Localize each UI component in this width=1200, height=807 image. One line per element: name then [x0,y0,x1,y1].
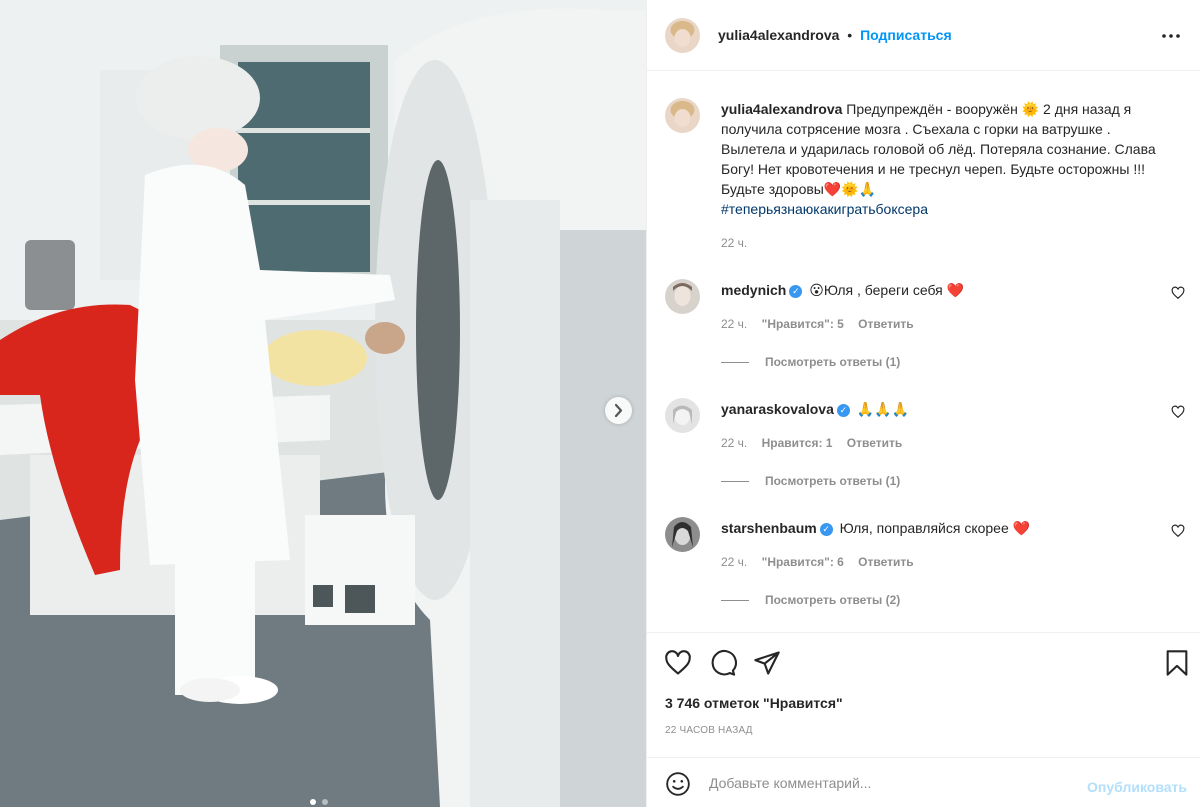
view-replies-button[interactable]: Посмотреть ответы (1) [721,355,900,369]
comment-username[interactable]: medynich [721,282,786,298]
comment-text: 🙏🙏🙏 [856,401,910,417]
caption-hashtag[interactable]: #теперьязнаюкакигратьбоксера [721,201,928,217]
carousel-dot-active [310,799,316,805]
carousel-indicator [309,792,329,807]
comment-input[interactable] [709,772,1069,794]
comment-like-heart-icon[interactable] [1171,524,1185,538]
author-avatar[interactable] [665,18,700,53]
caption-avatar[interactable] [665,98,700,133]
caption-username[interactable]: yulia4alexandrova [721,101,842,117]
post-header: yulia4alexandrova • Подписаться [647,0,1200,71]
reply-button[interactable]: Ответить [858,317,913,331]
bookmark-icon[interactable] [1163,649,1191,677]
comment-likes[interactable]: "Нравится": 6 [762,555,844,569]
more-icon [1162,34,1180,38]
comment-username[interactable]: yanaraskovalova [721,401,834,417]
more-options-button[interactable] [1159,24,1183,48]
caption-time: 22 ч. [721,236,748,250]
follow-button[interactable]: Подписаться [860,27,952,43]
comment-like-heart-icon[interactable] [1171,286,1185,300]
verified-badge-icon: ✓ [836,404,850,417]
author-username[interactable]: yulia4alexandrova [718,27,839,43]
comment-time: 22 ч. [721,555,748,569]
comment-text: 😮Юля , береги себя ❤️ [809,282,965,298]
reply-button[interactable]: Ответить [847,436,902,450]
comment-like-heart-icon[interactable] [1171,405,1185,419]
reply-button[interactable]: Ответить [858,555,913,569]
likes-count[interactable]: 3 746 отметок "Нравится" [665,695,843,711]
comment-time: 22 ч. [721,436,748,450]
separator-dot: • [847,27,853,43]
comment-icon[interactable] [709,649,737,677]
carousel-next-button[interactable] [605,397,632,424]
view-replies-button[interactable]: Посмотреть ответы (1) [721,474,900,488]
comment-text: Юля, поправляйся скорее ❤️ [839,520,1031,536]
carousel-dot [321,799,328,805]
post-actions [647,632,1200,676]
verified-badge-icon: ✓ [819,523,833,536]
emoji-icon[interactable] [665,771,691,797]
heart-icon[interactable] [664,649,692,677]
verified-badge-icon: ✓ [789,285,803,298]
comment-username[interactable]: starshenbaum [721,520,817,536]
publish-button[interactable]: Опубликовать [1087,779,1187,795]
share-icon[interactable] [753,649,781,677]
post-photo[interactable] [0,0,646,807]
comment-avatar[interactable] [665,398,700,433]
comment-avatar[interactable] [665,517,700,552]
mri-scene-illustration [0,0,646,807]
comment-time: 22 ч. [721,317,748,331]
post-timestamp[interactable]: 22 часов назад [665,725,753,736]
view-replies-button[interactable]: Посмотреть ответы (2) [721,593,900,607]
add-comment-bar: Опубликовать [647,757,1200,807]
post-side-panel: yulia4alexandrova • Подписаться yulia4al… [646,0,1200,807]
comment-likes[interactable]: "Нравится": 5 [762,317,844,331]
comment-avatar[interactable] [665,279,700,314]
chevron-right-icon [614,403,623,418]
comment-likes[interactable]: Нравится: 1 [762,436,833,450]
